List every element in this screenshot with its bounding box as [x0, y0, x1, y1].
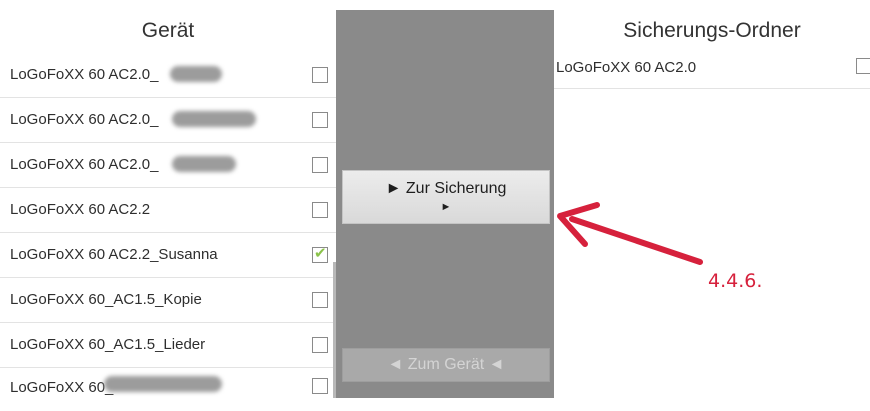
device-item-label: LoGoFoXX 60 AC2.0_: [10, 66, 159, 83]
device-item-label: LoGoFoXX 60_: [10, 379, 114, 396]
device-list-item[interactable]: LoGoFoXX 60_: [0, 366, 336, 411]
device-item-label: LoGoFoXX 60 AC2.0_: [10, 111, 159, 128]
to-backup-button[interactable]: ► Zur Sicherung ►: [342, 170, 550, 224]
device-list-item[interactable]: LoGoFoXX 60 AC2.0_: [0, 98, 336, 143]
device-list-item[interactable]: LoGoFoXX 60_AC1.5_Lieder: [0, 323, 336, 368]
device-item-checkbox[interactable]: [312, 67, 328, 83]
to-device-button[interactable]: ◄ Zum Gerät ◄: [342, 348, 550, 382]
redacted-text: [172, 156, 236, 172]
device-item-label: LoGoFoXX 60 AC2.2: [10, 201, 151, 218]
device-item-checkbox[interactable]: [312, 292, 328, 308]
device-item-label: LoGoFoXX 60 AC2.0_: [10, 156, 159, 173]
to-backup-label: ► Zur Sicherung: [385, 180, 507, 197]
backup-list-item[interactable]: LoGoFoXX 60 AC2.0: [554, 49, 870, 89]
device-item-checkbox[interactable]: [312, 112, 328, 128]
checkmark-icon: ✔: [314, 245, 327, 262]
redacted-text: [170, 66, 222, 82]
arrow-right-icon: ►: [440, 201, 452, 213]
backup-panel: Sicherungs-Ordner LoGoFoXX 60 AC2.0: [554, 0, 870, 398]
device-list-item[interactable]: LoGoFoXX 60 AC2.2: [0, 188, 336, 233]
device-list-item[interactable]: LoGoFoXX 60 AC2.0_: [0, 53, 336, 98]
redacted-text: [104, 376, 222, 392]
device-item-checkbox[interactable]: [312, 157, 328, 173]
redacted-text: [172, 111, 256, 127]
backup-item-label: LoGoFoXX 60 AC2.0: [556, 59, 697, 76]
device-item-checkbox-checked[interactable]: ✔: [312, 245, 328, 263]
device-item-checkbox[interactable]: [312, 202, 328, 218]
device-item-label: LoGoFoXX 60 AC2.2_Susanna: [10, 246, 218, 263]
device-list-item[interactable]: LoGoFoXX 60_AC1.5_Kopie: [0, 278, 336, 323]
device-list-item[interactable]: LoGoFoXX 60 AC2.2_Susanna ✔: [0, 233, 336, 278]
device-item-label: LoGoFoXX 60_AC1.5_Lieder: [10, 336, 206, 353]
device-panel: Gerät LoGoFoXX 60 AC2.0_ LoGoFoXX 60 AC2…: [0, 0, 336, 398]
transfer-panel: ► Zur Sicherung ► ◄ Zum Gerät ◄: [336, 10, 554, 398]
device-item-checkbox[interactable]: [312, 378, 328, 394]
device-item-checkbox[interactable]: [312, 337, 328, 353]
backup-item-checkbox[interactable]: [856, 58, 870, 74]
annotation-label: 4.4.6.: [708, 270, 763, 292]
device-list-item[interactable]: LoGoFoXX 60 AC2.0_: [0, 143, 336, 188]
device-item-label: LoGoFoXX 60_AC1.5_Kopie: [10, 291, 202, 308]
